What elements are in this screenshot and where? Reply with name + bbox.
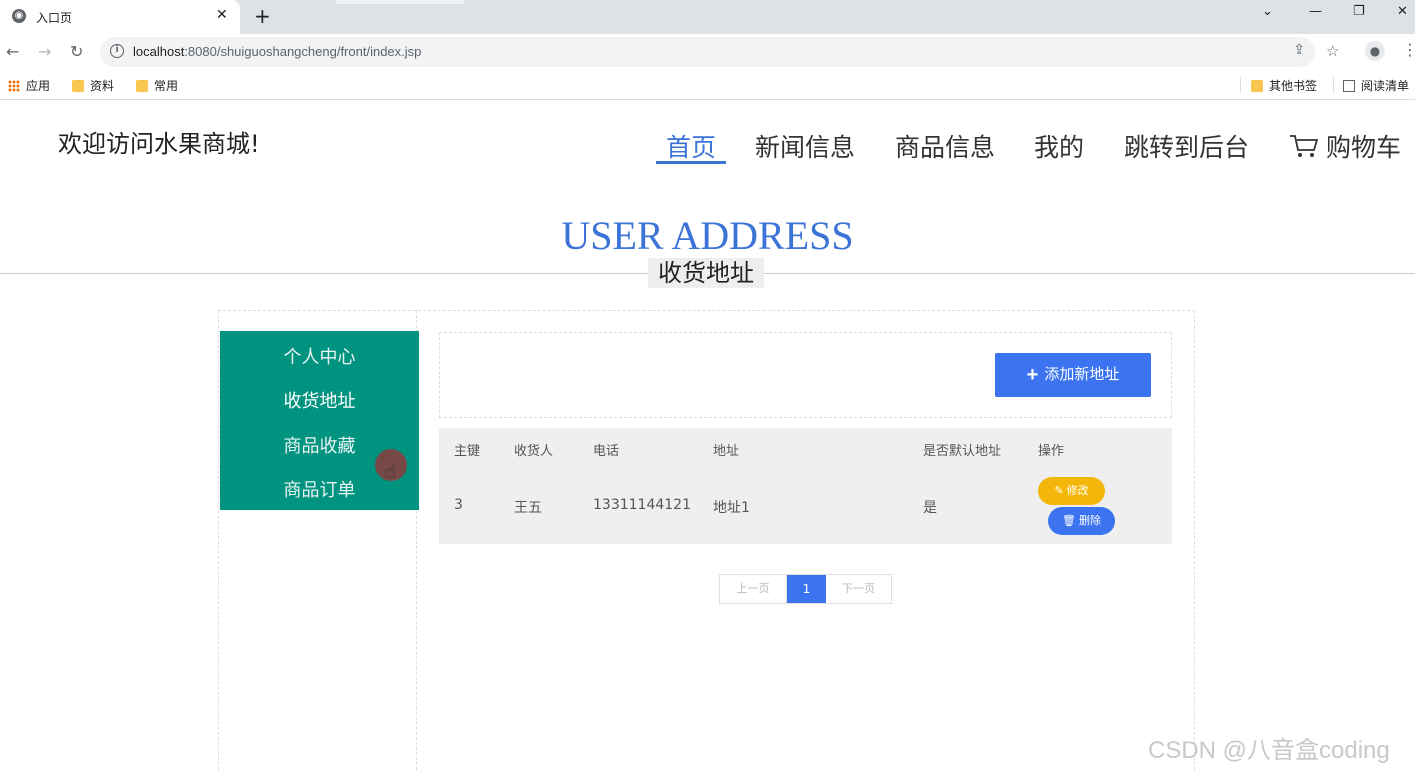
window-close-icon[interactable]: ✕ <box>1397 4 1408 19</box>
forward-icon[interactable]: → <box>38 42 51 61</box>
globe-icon: ◉ <box>12 9 26 23</box>
plus-icon: + <box>1026 364 1039 386</box>
folder-icon <box>1251 80 1263 92</box>
trash-icon: 🗑 <box>1061 515 1076 527</box>
tab-title: 入口页 <box>36 11 73 25</box>
reload-icon[interactable]: ↻ <box>70 42 83 61</box>
browser-toolbar: ← → ↻ i localhost:8080/shuiguoshangcheng… <box>0 34 1415 70</box>
edit-button[interactable]: ✎ 修改 <box>1038 477 1105 505</box>
hand-cursor-icon: ☝ <box>384 459 397 483</box>
nav-admin[interactable]: 跳转到后台 <box>1124 128 1249 164</box>
nav-mine[interactable]: 我的 <box>1034 128 1084 164</box>
folder-icon <box>72 80 84 92</box>
pagination: 上一页 1 下一页 <box>719 574 892 604</box>
browser-tab[interactable]: ◉ 入口页 ✕ <box>0 0 240 34</box>
reading-list-icon <box>1343 80 1355 92</box>
tab-search-icon[interactable]: ⌄ <box>1262 4 1273 19</box>
bookmark-separator <box>1240 77 1241 93</box>
user-sidebar-menu: 个人中心 收货地址 商品收藏 商品订单 <box>220 331 419 510</box>
bookmark-folder[interactable]: 常用 <box>136 77 178 94</box>
nav-active-underline <box>656 161 726 164</box>
pencil-icon: ✎ <box>1054 485 1064 497</box>
prev-page-button[interactable]: 上一页 <box>720 575 787 603</box>
close-icon[interactable]: ✕ <box>216 7 228 23</box>
bookmark-apps[interactable]: 应用 <box>8 77 50 94</box>
section-title-cn: 收货地址 <box>648 258 764 288</box>
cell-address: 地址1 <box>713 500 750 516</box>
nav-news[interactable]: 新闻信息 <box>755 128 855 164</box>
menu-kebab-icon[interactable]: ⋮ <box>1402 40 1415 59</box>
bookmark-other[interactable]: 其他书签 <box>1251 77 1317 94</box>
info-icon[interactable]: i <box>110 44 124 58</box>
cell-phone: 13311144121 <box>593 497 691 513</box>
apps-grid-icon <box>8 80 20 92</box>
cart-icon[interactable] <box>1289 133 1319 159</box>
folder-icon <box>136 80 148 92</box>
address-bar[interactable]: i localhost:8080/shuiguoshangcheng/front… <box>100 37 1315 67</box>
bookmark-separator <box>1333 77 1334 93</box>
nav-cart[interactable]: 购物车 <box>1326 128 1401 164</box>
restore-icon[interactable]: ❐ <box>1353 4 1365 19</box>
cell-default: 是 <box>923 500 937 516</box>
sidebar-item-address[interactable]: 收货地址 <box>220 387 419 413</box>
column-header-default: 是否默认地址 <box>923 444 1002 459</box>
share-icon[interactable]: ⇪ <box>1293 42 1305 58</box>
bookmarks-bar: 应用 资料 常用 其他书签 阅读清单 <box>0 70 1415 100</box>
column-header-phone: 电话 <box>593 444 620 459</box>
column-header-address: 地址 <box>713 444 740 459</box>
url-text: localhost:8080/shuiguoshangcheng/front/i… <box>133 44 422 59</box>
column-header-name: 收货人 <box>514 444 554 459</box>
site-title: 欢迎访问水果商城! <box>58 130 260 158</box>
bookmark-star-icon[interactable]: ☆ <box>1326 42 1339 60</box>
add-address-button[interactable]: + 添加新地址 <box>995 353 1151 397</box>
watermark: CSDN @八音盒coding <box>1148 737 1390 764</box>
column-header-id: 主键 <box>454 444 481 459</box>
tab-drag-shadow <box>336 0 464 4</box>
column-header-actions: 操作 <box>1038 444 1065 459</box>
profile-icon[interactable]: ● <box>1365 41 1385 61</box>
nav-products[interactable]: 商品信息 <box>895 128 995 164</box>
cell-id: 3 <box>454 497 463 513</box>
nav-home[interactable]: 首页 <box>666 128 716 164</box>
sidebar-item-profile[interactable]: 个人中心 <box>220 343 419 369</box>
back-icon[interactable]: ← <box>6 42 19 61</box>
next-page-button[interactable]: 下一页 <box>826 575 891 603</box>
cell-name: 王五 <box>514 500 542 516</box>
browser-tab-strip: ◉ 入口页 ✕ + ⌄ — ❐ ✕ <box>0 0 1415 34</box>
section-title-en: USER ADDRESS <box>561 213 854 258</box>
bookmark-folder[interactable]: 资料 <box>72 77 114 94</box>
new-tab-icon[interactable]: + <box>254 4 271 28</box>
delete-button[interactable]: 🗑 删除 <box>1048 507 1115 535</box>
page-number-current[interactable]: 1 <box>787 575 826 603</box>
reading-list[interactable]: 阅读清单 <box>1343 77 1409 94</box>
minimize-icon[interactable]: — <box>1309 4 1322 19</box>
